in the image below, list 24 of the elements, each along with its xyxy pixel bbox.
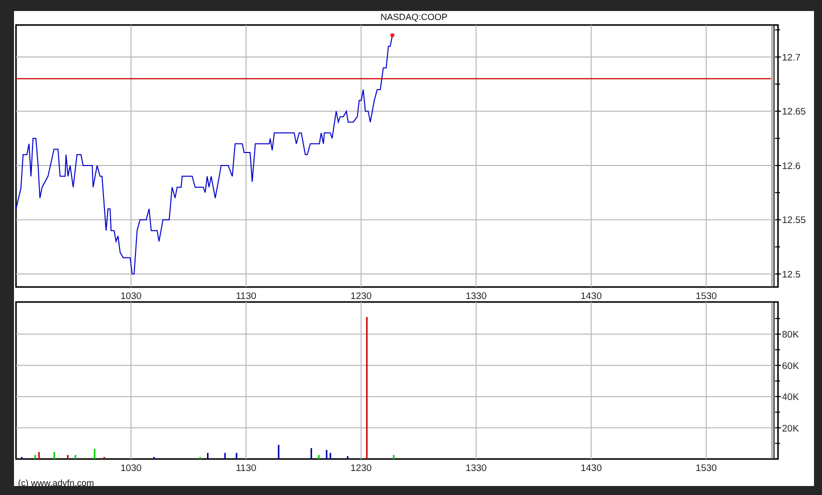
axis-label: 1430 bbox=[580, 463, 602, 474]
axis-label: 12.55 bbox=[782, 215, 806, 226]
axis-label: 40K bbox=[782, 392, 799, 404]
axis-label: 60K bbox=[782, 360, 799, 372]
axis-label: 12.65 bbox=[782, 106, 806, 118]
axis-label: 1230 bbox=[350, 463, 372, 474]
axis-label: 1430 bbox=[580, 291, 602, 300]
axis-label: 12.6 bbox=[782, 161, 800, 172]
axis-label: 1030 bbox=[120, 463, 142, 474]
axis-label: 12.7 bbox=[782, 52, 800, 64]
axis-label: 1230 bbox=[350, 291, 372, 300]
axis-label: 20K bbox=[782, 423, 799, 434]
axis-label: 1530 bbox=[696, 291, 717, 300]
copyright-text: (c) www.advfn.com bbox=[18, 478, 94, 488]
axis-label: 1030 bbox=[120, 291, 142, 300]
axis-label: 12.5 bbox=[782, 269, 800, 280]
axis-label: 1530 bbox=[696, 463, 717, 474]
axis-label: 1130 bbox=[236, 463, 256, 474]
axis-label: 1130 bbox=[236, 291, 256, 300]
axis-label: 1330 bbox=[466, 463, 487, 474]
chart-title: NASDAQ:COOP bbox=[380, 11, 448, 23]
last-price-dot bbox=[390, 33, 394, 38]
axis-label: 80K bbox=[782, 330, 799, 341]
axis-label: 1330 bbox=[466, 291, 487, 300]
